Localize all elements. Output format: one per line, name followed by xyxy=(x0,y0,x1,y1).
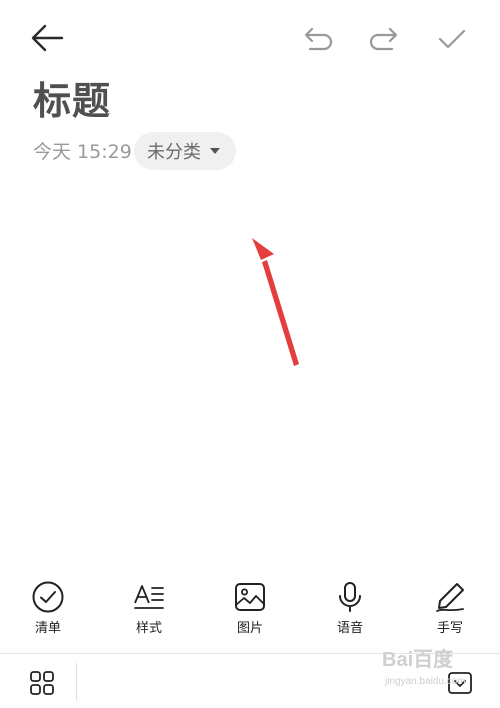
image-label: 图片 xyxy=(236,621,263,636)
bottom-bar-divider xyxy=(76,663,77,701)
voice-button[interactable]: 语音 xyxy=(315,580,385,646)
checklist-label: 清单 xyxy=(34,621,61,636)
style-button[interactable]: 样式 xyxy=(114,580,184,646)
image-icon xyxy=(235,583,265,611)
arrow-left-icon xyxy=(31,24,64,52)
handwriting-label: 手写 xyxy=(436,621,463,636)
note-title[interactable]: 标题 xyxy=(33,74,111,128)
checklist-circle-icon xyxy=(32,581,64,613)
undo-icon xyxy=(304,27,333,51)
baidu-watermark: Bai百度 xyxy=(382,649,454,671)
grid-icon xyxy=(30,671,54,695)
baidu-watermark-url: jingyan.baidu.com xyxy=(385,676,466,687)
category-dropdown[interactable]: 未分类 xyxy=(134,132,236,170)
check-icon xyxy=(438,29,466,49)
style-label: 样式 xyxy=(135,621,162,636)
undo-button[interactable] xyxy=(296,22,340,56)
apps-grid-button[interactable] xyxy=(22,664,62,702)
checklist-button[interactable]: 清单 xyxy=(13,580,83,646)
microphone-icon xyxy=(339,582,361,612)
text-style-icon xyxy=(134,585,164,609)
voice-label: 语音 xyxy=(336,621,363,636)
handwriting-button[interactable]: 手写 xyxy=(415,580,485,646)
category-label: 未分类 xyxy=(147,142,201,163)
redo-icon xyxy=(369,27,398,51)
note-timestamp: 今天 15:29 xyxy=(33,141,132,163)
formatting-toolbar: 清单 样式 图片 语音 手写 xyxy=(0,580,500,646)
redo-button[interactable] xyxy=(362,22,406,56)
back-button[interactable] xyxy=(24,18,70,58)
confirm-button[interactable] xyxy=(430,22,474,56)
annotation-arrow-icon xyxy=(252,238,299,366)
caret-down-icon xyxy=(210,148,220,154)
pen-icon xyxy=(436,583,464,612)
image-button[interactable]: 图片 xyxy=(215,580,285,646)
